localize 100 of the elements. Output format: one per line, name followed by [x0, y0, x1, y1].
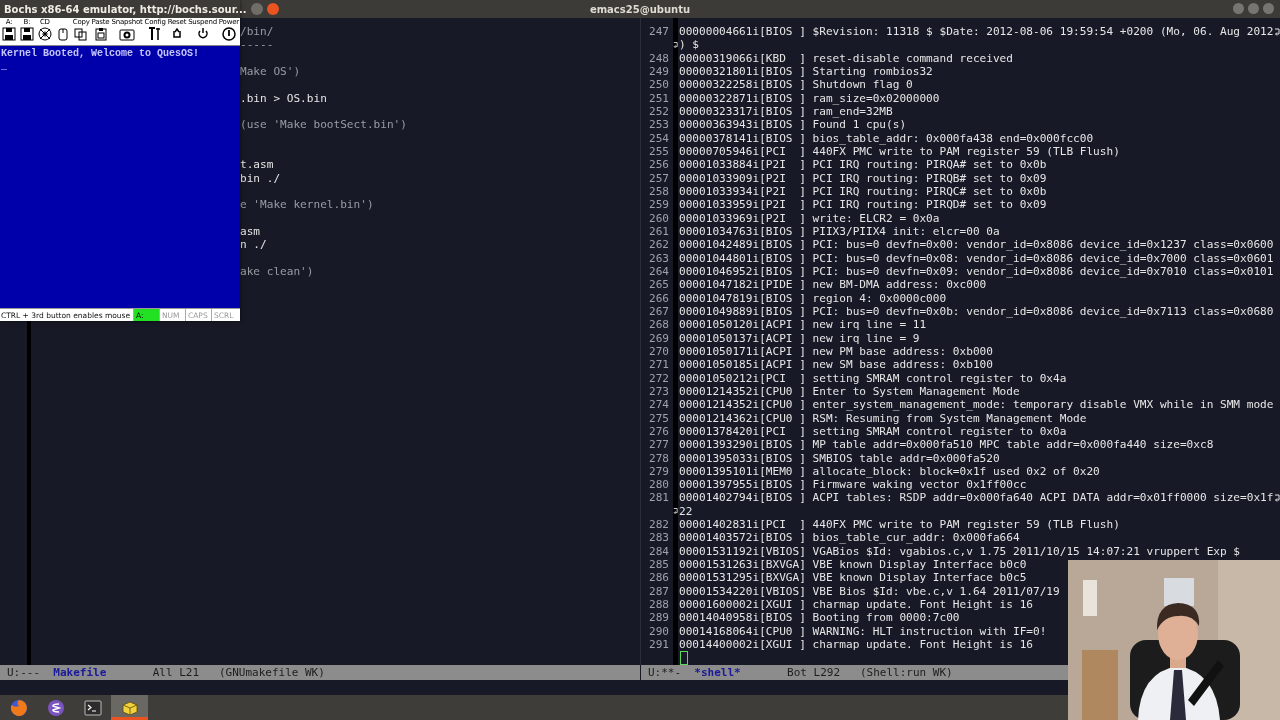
log-line: 00001047819i[BIOS ] region 4: 0x0000c000 — [679, 291, 947, 305]
log-line: 00001044801i[BIOS ] PCI: bus=0 devfn=0x08: vendor_id=0x8086 device_id=0x7000 class=0x0601 — [679, 251, 1274, 265]
log-line: 00001034763i[BIOS ] PIIX3/PIIX4 init: elcr=00 0a — [679, 224, 1000, 239]
copy-icon — [74, 27, 89, 41]
comment-line: ----- — [240, 38, 274, 52]
text-cursor — [680, 651, 688, 665]
close-button[interactable] — [1263, 3, 1274, 14]
wrap-arrow-icon — [673, 507, 678, 516]
log-line: 00001403572i[BIOS ] bios_table_cur_addr: 0x000fa664 — [679, 531, 1020, 545]
code-line: t.asm — [240, 158, 274, 172]
line-number: 256 — [647, 158, 670, 172]
log-line: 00014400002i[XGUI ] charmap update. Font Height is 16 — [679, 638, 1033, 652]
comment-line: /bin/ — [240, 25, 274, 39]
line-number: 286 — [647, 571, 670, 585]
line-number: 253 — [647, 118, 670, 132]
line-number: 281 — [647, 491, 670, 505]
line-number: 250 — [647, 78, 670, 92]
log-line: 00014040958i[BIOS ] Booting from 0000:7c00 — [679, 611, 960, 625]
maximize-button[interactable] — [1248, 3, 1259, 14]
line-number: 282 — [647, 518, 670, 532]
line-number: 279 — [647, 464, 670, 479]
emulator-title: Bochs x86-64 emulator, http://bochs.sour... — [4, 3, 247, 15]
line-number: 259 — [647, 198, 670, 212]
line-number: 277 — [647, 438, 670, 452]
log-line: 00000322258i[BIOS ] Shutdown flag 0 — [679, 78, 913, 92]
log-line: 00001050171i[ACPI ] new PM base address: 0xb000 — [679, 344, 993, 359]
line-number: 291 — [647, 638, 670, 652]
log-line: 00001395033i[BIOS ] SMBIOS table addr=0x000fa520 — [679, 451, 1000, 465]
line-number: 271 — [647, 358, 670, 372]
line-number: 273 — [647, 384, 670, 399]
buffer-name: Makefile — [53, 666, 107, 679]
comment-line: ake clean') — [240, 264, 314, 279]
line-number: 264 — [647, 264, 670, 279]
line-number: 287 — [647, 584, 670, 599]
console-line: _ — [1, 60, 8, 73]
log-line: 00001214352i[CPU0 ] enter_system_management_mode: temporary disable VMX while in SMM mode — [679, 398, 1274, 412]
log-line: 00001033959i[P2I ] PCI IRQ routing: PIRQD# set to 0x09 — [679, 198, 1047, 212]
console-line: Kernel Booted, Welcome to QuesOS! — [1, 47, 201, 60]
log-line: 00000004661i[BIOS ] $Revision: 11318 $ $Date: 2012-08-06 19:59:54 +0200 (Mo, 06. Aug 2012 — [679, 25, 1274, 39]
log-line: 00001033909i[P2I ] PCI IRQ routing: PIRQB# set to 0x09 — [679, 171, 1047, 185]
line-number: 257 — [647, 171, 670, 185]
major-mode: (Shell:run WK) — [859, 666, 953, 679]
line-number: 290 — [647, 624, 670, 639]
line-number: 275 — [647, 411, 670, 425]
line-number: 269 — [647, 331, 670, 345]
log-line: 00001531263i[BXVGA] VBE known Display Interface b0c0 — [679, 558, 1027, 572]
line-number: 260 — [647, 211, 670, 225]
log-line: 00001046952i[BIOS ] PCI: bus=0 devfn=0x09: vendor_id=0x8086 device_id=0x7010 class=0x0101 — [679, 264, 1274, 279]
log-line: 00001531295i[BXVGA] VBE known Display Interface b0c5 — [679, 571, 1027, 585]
log-line: 00000705946i[PCI ] 440FX PMC write to PAM register 59 (TLB Flush) — [679, 144, 1120, 159]
log-line: 00001214362i[CPU0 ] RSM: Resuming from System Management Mode — [679, 411, 1087, 425]
line-number: 280 — [647, 478, 670, 492]
line-number: 278 — [647, 451, 670, 465]
floppy-icon — [19, 27, 34, 41]
log-line: 00001033934i[P2I ] PCI IRQ routing: PIRQC# set to 0x0b — [679, 184, 1047, 199]
log-line: ) $ — [679, 38, 700, 52]
editor-icon — [46, 698, 65, 717]
line-number: 276 — [647, 424, 670, 439]
line-number: 255 — [647, 144, 670, 159]
clipboard-icon — [93, 27, 108, 41]
browser-icon — [9, 698, 28, 717]
log-line: 00000321801i[BIOS ] Starting rombios32 — [679, 65, 933, 79]
log-line: 00000323317i[BIOS ] ram_end=32MB — [679, 104, 893, 119]
log-line: 00014168064i[CPU0 ] WARNING: HLT instruction with IF=0! — [679, 624, 1047, 639]
log-line: 00001050137i[ACPI ] new irq line = 9 — [679, 331, 920, 345]
log-line: 00001050185i[ACPI ] new SM base address: 0xb100 — [679, 358, 993, 372]
log-line: 00001214352i[CPU0 ] Enter to System Management Mode — [679, 384, 1020, 399]
log-line: 00001402831i[PCI ] 440FX PMC write to PAM register 59 (TLB Flush) — [679, 518, 1120, 532]
minimize-button[interactable] — [1233, 3, 1244, 14]
log-line: 00001395101i[MEM0 ] allocate_block: block=0x1f used 0x2 of 0x20 — [679, 464, 1100, 479]
line-number: 249 — [647, 65, 670, 79]
line-number: 258 — [647, 184, 670, 199]
taskbar-item[interactable] — [111, 695, 148, 720]
line-number: 272 — [647, 371, 670, 385]
code-line: n ./ — [240, 238, 267, 252]
mouse-icon — [56, 27, 69, 41]
camera-icon — [118, 27, 135, 41]
line-number: 283 — [647, 531, 670, 545]
log-line: 00001033969i[P2I ] write: ELCR2 = 0x0a — [679, 211, 940, 225]
line-number: 265 — [647, 278, 670, 292]
line-number: 270 — [647, 344, 670, 359]
line-number: 251 — [647, 91, 670, 105]
buffer-position: All L21 — [152, 666, 200, 679]
code-line: asm — [240, 224, 261, 239]
power-icon — [221, 27, 236, 41]
comment-line: (use 'Make bootSect.bin') — [240, 118, 407, 132]
line-number: 266 — [647, 291, 670, 305]
wrap-arrow-icon — [673, 41, 678, 49]
log-line: 00001534220i[VBIOS] VBE Bios $Id: vbe.c,v 1.64 2011/07/19 — [679, 584, 1060, 599]
log-line: 00001049889i[BIOS ] PCI: bus=0 devfn=0x0b: vendor_id=0x8086 device_id=0x7113 class=0x0680 — [679, 304, 1274, 319]
line-number: 267 — [647, 304, 670, 319]
comment-line: e 'Make kernel.bin') — [240, 198, 374, 212]
log-line: 00001042489i[BIOS ] PCI: bus=0 devfn=0x00: vendor_id=0x8086 device_id=0x1237 class=0x0600 — [679, 238, 1274, 252]
log-line: 00000319066i[KBD ] reset-disable command received — [679, 51, 1013, 65]
disc-icon — [37, 27, 52, 41]
log-line: 22 — [679, 504, 693, 519]
line-number: 268 — [647, 318, 670, 332]
code-line: .bin > OS.bin — [240, 91, 327, 105]
line-number: 261 — [647, 224, 670, 239]
log-line: 00001050120i[ACPI ] new irq line = 11 — [679, 318, 927, 332]
